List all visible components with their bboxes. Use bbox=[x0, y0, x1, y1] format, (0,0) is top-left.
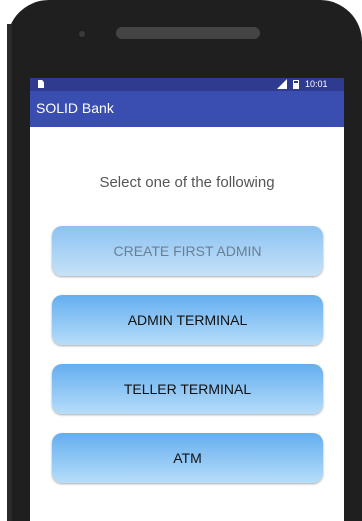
teller-terminal-button[interactable]: TELLER TERMINAL bbox=[52, 364, 323, 414]
atm-button[interactable]: ATM bbox=[52, 433, 323, 483]
front-camera bbox=[79, 31, 85, 37]
phone-side-edge bbox=[7, 24, 12, 521]
teller-terminal-label: TELLER TERMINAL bbox=[123, 381, 252, 397]
admin-terminal-label: ADMIN TERMINAL bbox=[127, 312, 248, 328]
create-first-admin-label: CREATE FIRST ADMIN bbox=[113, 243, 262, 259]
battery-icon bbox=[293, 80, 299, 89]
admin-terminal-button[interactable]: ADMIN TERMINAL bbox=[52, 295, 323, 345]
device-screen: 10:01 SOLID Bank Select one of the follo… bbox=[30, 78, 344, 521]
status-bar: 10:01 bbox=[30, 78, 344, 91]
create-first-admin-button[interactable]: CREATE FIRST ADMIN bbox=[52, 226, 323, 276]
signal-icon bbox=[277, 79, 287, 89]
earpiece-speaker bbox=[116, 27, 260, 39]
sim-card-icon bbox=[38, 80, 44, 88]
selection-prompt: Select one of the following bbox=[99, 174, 275, 191]
app-bar: SOLID Bank bbox=[30, 91, 344, 127]
app-title: SOLID Bank bbox=[36, 100, 114, 116]
atm-label: ATM bbox=[173, 450, 202, 466]
status-clock: 10:01 bbox=[305, 79, 328, 89]
